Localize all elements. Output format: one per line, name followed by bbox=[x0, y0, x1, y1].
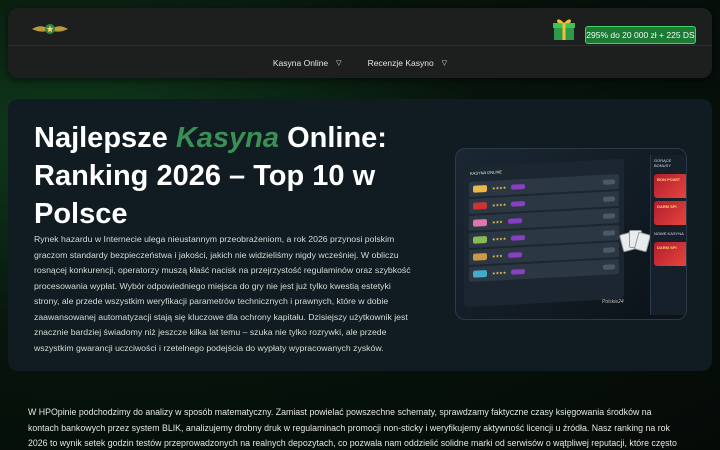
nav-top-bar: 295% do 20 000 zł + 225 DS bbox=[8, 8, 712, 46]
mock-side-title: GORĄCE BONUSY bbox=[654, 158, 672, 168]
menu-item-label: Kasyna Online bbox=[272, 58, 329, 68]
title-accent: Kasyna bbox=[175, 122, 280, 154]
chevron-down-icon: ▽ bbox=[441, 60, 448, 67]
hero-illustration: KASYNA ONLINE ★★★★ ★★★★ ★★★ ★★★★ ★★★ ★★★… bbox=[455, 148, 687, 320]
article-paragraph: W HPOpinie podchodzimy do analizy w spos… bbox=[28, 407, 677, 448]
mock-bonus-tile: DARM SPI bbox=[654, 242, 686, 266]
menu-item-recenzje-kasyno[interactable]: Recenzje Kasyno ▽ bbox=[368, 58, 448, 68]
mock-brand-logo: Polskie24 bbox=[602, 299, 624, 305]
title-part: Najlepsze bbox=[34, 122, 176, 154]
mock-side-title: NOWE KASYNA bbox=[654, 231, 684, 236]
mock-bonus-tile: BON POWIT bbox=[654, 174, 686, 198]
bonus-button[interactable]: 295% do 20 000 zł + 225 DS bbox=[585, 26, 696, 44]
page-title: Najlepsze Kasyna Online: Ranking 2026 – … bbox=[34, 119, 394, 233]
main-menu: Kasyna Online ▽ Recenzje Kasyno ▽ bbox=[8, 58, 712, 68]
hero-intro: Rynek hazardu w Internecie ulega nieusta… bbox=[34, 234, 411, 353]
playing-cards-icon bbox=[618, 227, 652, 257]
mock-sidebar: GORĄCE BONUSY BON POWIT DARM SPI NOWE KA… bbox=[650, 155, 686, 315]
gift-icon[interactable] bbox=[551, 16, 577, 42]
mock-bonus-tile: DARM SPI bbox=[654, 201, 686, 225]
chevron-down-icon: ▽ bbox=[336, 60, 342, 67]
menu-item-kasyna-online[interactable]: Kasyna Online ▽ bbox=[273, 58, 342, 68]
menu-item-label: Recenzje Kasyno bbox=[367, 58, 434, 68]
top-navigation: 295% do 20 000 zł + 225 DS Kasyna Online… bbox=[8, 8, 712, 78]
logo-icon[interactable] bbox=[30, 20, 70, 38]
hero-section: Najlepsze Kasyna Online: Ranking 2026 – … bbox=[8, 99, 712, 371]
mock-casino-table: KASYNA ONLINE ★★★★ ★★★★ ★★★ ★★★★ ★★★ ★★★… bbox=[464, 158, 624, 308]
